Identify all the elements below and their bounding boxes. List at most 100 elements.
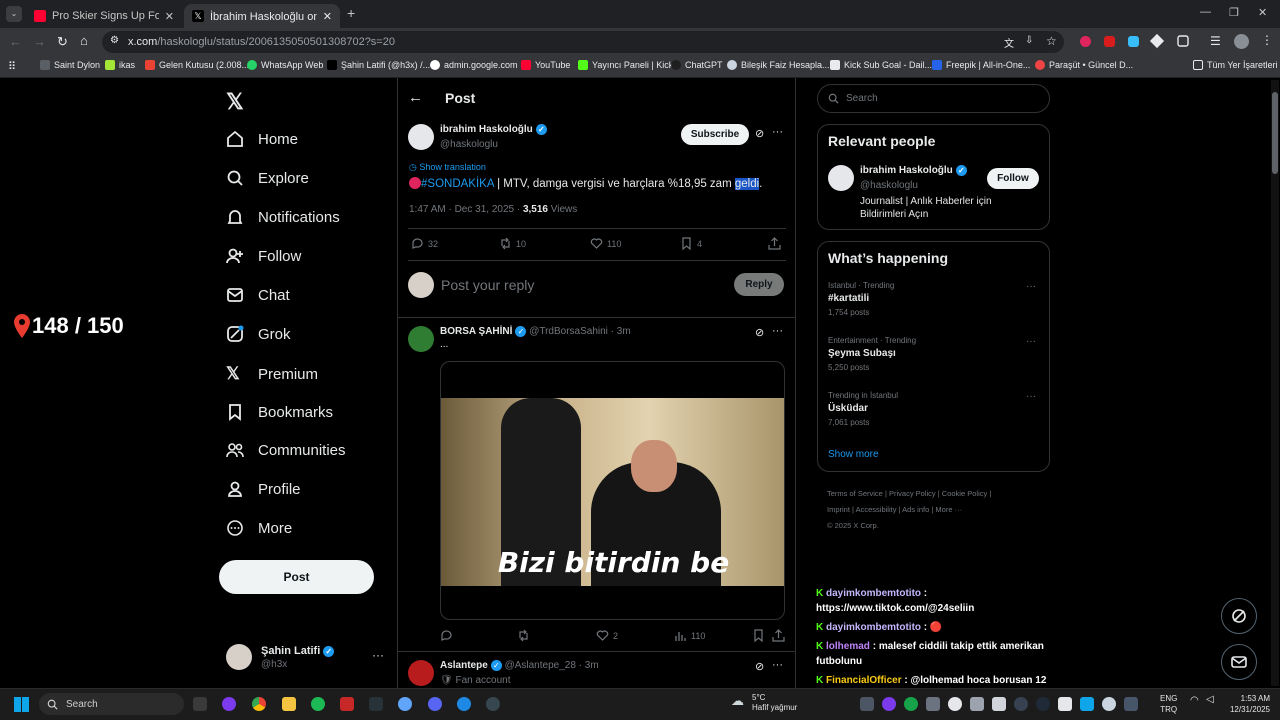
weather-widget[interactable]: ☁ 5°C Hafif yağmur (731, 693, 797, 713)
reply-input[interactable]: Post your reply (441, 277, 534, 293)
tray-icon[interactable] (1058, 697, 1072, 711)
nav-follow[interactable]: Follow (226, 247, 301, 265)
grok-fab[interactable] (1221, 598, 1257, 634)
reload-icon[interactable]: ↻ (57, 34, 68, 50)
bookmark-item[interactable]: YouTube (521, 60, 570, 70)
reply-button[interactable]: Reply (734, 273, 784, 296)
chrome-icon[interactable] (252, 697, 266, 711)
tray-icon[interactable] (948, 697, 962, 711)
minimize-icon[interactable]: — (1200, 6, 1211, 18)
trend-item[interactable]: Entertainment · Trending Şeyma Subaşı 5,… (828, 336, 1040, 378)
bookmark-star-icon[interactable]: ☆ (1046, 34, 1057, 48)
nav-home[interactable]: Home (226, 130, 298, 148)
site-info-icon[interactable]: ⚙ (110, 35, 119, 46)
file-explorer-icon[interactable] (282, 697, 296, 711)
bookmark-item[interactable]: Saint Dylon (40, 60, 100, 70)
menu-icon[interactable]: ⋮ (1261, 33, 1273, 47)
bookmark-item[interactable]: Bileşik Faiz Hesapla... (727, 60, 830, 70)
post-button[interactable]: Post (219, 560, 374, 594)
ext-shield-icon[interactable] (1104, 36, 1115, 47)
more-icon[interactable]: ··· (1026, 281, 1036, 292)
more-icon[interactable]: ··· (372, 648, 384, 662)
tray-icon[interactable] (1080, 697, 1094, 711)
tray-icon[interactable] (1036, 697, 1050, 711)
grok-icon[interactable]: ⊘ (755, 326, 764, 339)
nav-communities[interactable]: Communities (226, 441, 346, 459)
reply-handle[interactable]: @TrdBorsaSahini · 3m (529, 326, 630, 337)
bookmark-item[interactable]: Şahin Latifi (@h3x) /... (327, 60, 430, 70)
reply-author[interactable]: BORSA ŞAHİNİ (440, 326, 512, 337)
new-tab-button[interactable]: + (347, 5, 355, 21)
tray-icon[interactable] (882, 697, 896, 711)
tray-icon[interactable] (860, 697, 874, 711)
apps-icon[interactable]: ⠿ (8, 60, 16, 73)
bookmark-item[interactable]: Yayıncı Paneli | Kick (578, 60, 673, 70)
volume-icon[interactable]: ◁ (1206, 694, 1214, 705)
search-input[interactable]: Search (817, 84, 1050, 113)
author-avatar[interactable] (408, 124, 434, 150)
author-name[interactable]: ibrahim Haskoloğlu (440, 124, 533, 135)
more-icon[interactable]: ··· (772, 325, 783, 337)
bookmark-item[interactable]: Freepik | All-in-One... (932, 60, 1030, 70)
ext-blue-icon[interactable] (1128, 36, 1139, 47)
tray-icon[interactable] (926, 697, 940, 711)
bookmark-item[interactable]: Kick Sub Goal - Dail... (830, 60, 932, 70)
reply-author[interactable]: Aslantepe (440, 660, 488, 671)
tab-search-button[interactable]: ⌄ (6, 6, 22, 22)
nav-notifications[interactable]: Notifications (226, 208, 340, 226)
scrollbar-thumb[interactable] (1272, 92, 1278, 174)
windows-start-icon[interactable] (14, 697, 29, 712)
language-indicator[interactable]: ENG TRQ (1160, 693, 1177, 715)
avatar[interactable] (408, 326, 434, 352)
more-icon[interactable]: ··· (772, 126, 783, 138)
share-icon[interactable] (768, 237, 785, 250)
reply-handle[interactable]: @Aslantepe_28 · 3m (505, 660, 599, 671)
back-icon[interactable]: ← (9, 34, 22, 49)
profile-avatar[interactable] (1234, 34, 1249, 49)
person-handle[interactable]: @haskologlu (860, 180, 918, 191)
close-window-icon[interactable]: ✕ (1258, 6, 1267, 19)
tray-icon[interactable] (1102, 697, 1116, 711)
app-icon[interactable] (369, 697, 383, 711)
footer-link[interactable]: Imprint (827, 505, 850, 514)
nav-profile[interactable]: Profile (226, 480, 301, 498)
repost-stat[interactable]: 10 (499, 237, 526, 250)
ext-red-icon[interactable] (1080, 36, 1091, 47)
reply-media[interactable]: Bizi bitirdin be (440, 361, 785, 620)
sidepanel-icon[interactable]: ☰ (1210, 34, 1221, 48)
person-name[interactable]: ibrahim Haskoloğlu (860, 165, 953, 176)
follow-button[interactable]: Follow (987, 168, 1039, 189)
share-icon[interactable] (772, 629, 789, 642)
footer-link[interactable]: Privacy Policy (889, 489, 936, 498)
nav-chat[interactable]: Chat (226, 286, 290, 304)
show-translation-link[interactable]: ◷ Show translation (409, 162, 486, 173)
tab-youtube[interactable]: Pro Skier Signs Up For Beginne ✕ (26, 4, 182, 28)
post-time[interactable]: 1:47 AM · Dec 31, 2025 · (409, 204, 523, 215)
like-stat[interactable]: 2 (596, 629, 618, 642)
repost-stat[interactable] (517, 629, 534, 642)
bookmark-icon[interactable] (752, 629, 769, 642)
tray-icon[interactable] (904, 697, 918, 711)
close-tab-icon[interactable]: ✕ (165, 10, 174, 23)
app-icon[interactable] (398, 697, 412, 711)
tray-icon[interactable] (992, 697, 1006, 711)
bookmark-item[interactable]: Paraşüt • Güncel D... (1035, 60, 1133, 70)
maximize-icon[interactable]: ❐ (1229, 6, 1239, 19)
clock[interactable]: 1:53 AM 12/31/2025 (1225, 693, 1270, 715)
account-switcher[interactable]: Şahin Latifi ✓ @h3x ··· (226, 644, 386, 672)
footer-link[interactable]: Cookie Policy (942, 489, 987, 498)
tray-icon[interactable] (1014, 697, 1028, 711)
footer-link[interactable]: Terms of Service (827, 489, 883, 498)
taskbar-search[interactable]: Search (39, 693, 184, 715)
app-icon[interactable] (486, 697, 500, 711)
back-arrow-icon[interactable]: ← (408, 89, 423, 106)
bookmark-item[interactable]: ChatGPT (671, 60, 723, 70)
messages-fab[interactable] (1221, 644, 1257, 680)
trend-item[interactable]: Istanbul · Trending #kartatili 1,754 pos… (828, 281, 1040, 323)
views-stat[interactable]: 110 (674, 629, 705, 642)
spotify-icon[interactable] (311, 697, 325, 711)
footer-link[interactable]: More ··· (935, 505, 962, 514)
grok-icon[interactable]: ⊘ (755, 127, 764, 140)
subscribe-button[interactable]: Subscribe (681, 124, 749, 145)
bookmark-item[interactable]: Gelen Kutusu (2.008... (145, 60, 249, 70)
